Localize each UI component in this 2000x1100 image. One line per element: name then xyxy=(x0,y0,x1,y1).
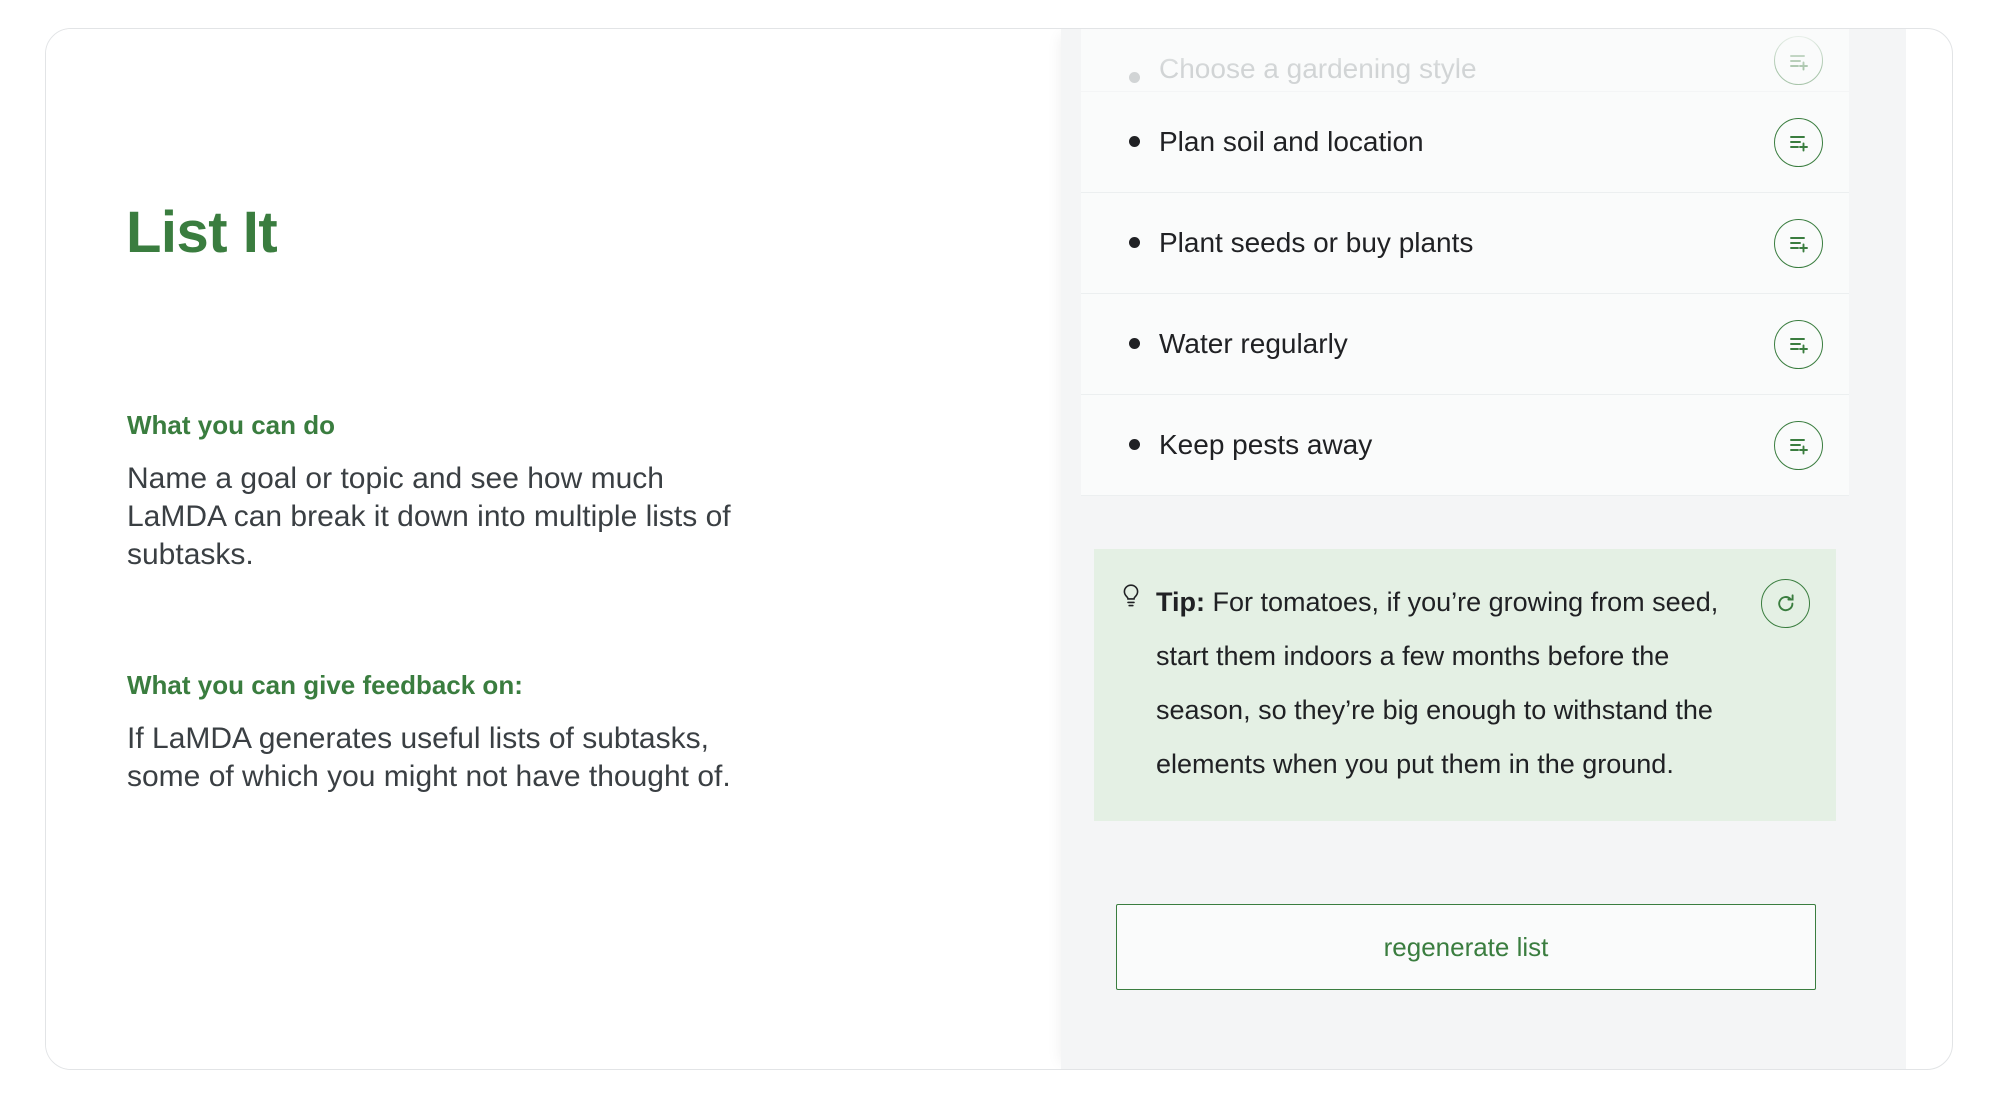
section-body: Name a goal or topic and see how much La… xyxy=(127,461,731,572)
list-add-icon-button[interactable] xyxy=(1774,319,1823,369)
tip-label: Tip: xyxy=(1156,587,1205,617)
section-heading: What you can give feedback on: xyxy=(127,670,523,700)
list-add-icon xyxy=(1787,130,1811,154)
list-add-icon xyxy=(1787,332,1811,356)
subtask-list: Choose a gardening style Plan soil and l… xyxy=(1081,29,1849,496)
tip-text: Tip: For tomatoes, if you’re growing fro… xyxy=(1156,575,1751,791)
section-body: If LaMDA generates useful lists of subta… xyxy=(127,721,731,793)
list-item[interactable]: Water regularly xyxy=(1081,294,1849,395)
list-item-label: Keep pests away xyxy=(1159,428,1373,460)
lightbulb-icon xyxy=(1120,583,1142,614)
list-item[interactable]: Plant seeds or buy plants xyxy=(1081,193,1849,294)
list-item[interactable]: Keep pests away xyxy=(1081,395,1849,496)
task-panel-inner: Choose a gardening style Plan soil and l… xyxy=(1081,29,1849,1069)
section-heading: What you can do xyxy=(127,410,335,440)
app-screen: List It What you can do Name a goal or t… xyxy=(0,0,2000,1100)
tip-card: Tip: For tomatoes, if you’re growing fro… xyxy=(1094,549,1836,821)
info-section-what-you-can-do: What you can do Name a goal or topic and… xyxy=(127,409,787,575)
tip-body: For tomatoes, if you’re growing from see… xyxy=(1156,587,1719,779)
list-item-label: Choose a gardening style xyxy=(1159,53,1477,85)
list-add-icon xyxy=(1787,433,1811,457)
bullet-icon xyxy=(1129,236,1140,248)
list-add-icon xyxy=(1787,49,1811,73)
info-section-feedback: What you can give feedback on: If LaMDA … xyxy=(127,669,787,796)
refresh-tip-button[interactable] xyxy=(1761,579,1810,628)
main-card: List It What you can do Name a goal or t… xyxy=(45,28,1953,1070)
left-info-pane: List It What you can do Name a goal or t… xyxy=(46,29,1061,1069)
list-item-label: Plant seeds or buy plants xyxy=(1159,226,1474,258)
list-add-icon-button[interactable] xyxy=(1774,117,1823,167)
list-add-icon xyxy=(1787,231,1811,255)
list-add-icon-button[interactable] xyxy=(1774,420,1823,470)
task-panel: Choose a gardening style Plan soil and l… xyxy=(1061,29,1906,1069)
list-item[interactable]: Plan soil and location xyxy=(1081,92,1849,193)
list-item[interactable]: Choose a gardening style xyxy=(1081,29,1849,92)
regenerate-list-button[interactable]: regenerate list xyxy=(1116,904,1816,990)
page-title: List It xyxy=(126,200,278,265)
list-add-icon-button[interactable] xyxy=(1774,36,1823,85)
bullet-icon xyxy=(1129,72,1140,83)
list-item-label: Water regularly xyxy=(1159,327,1348,359)
bullet-icon xyxy=(1129,135,1140,147)
refresh-icon xyxy=(1774,592,1798,616)
list-item-label: Plan soil and location xyxy=(1159,125,1424,157)
list-add-icon-button[interactable] xyxy=(1774,218,1823,268)
bullet-icon xyxy=(1129,337,1140,349)
bullet-icon xyxy=(1129,438,1140,450)
